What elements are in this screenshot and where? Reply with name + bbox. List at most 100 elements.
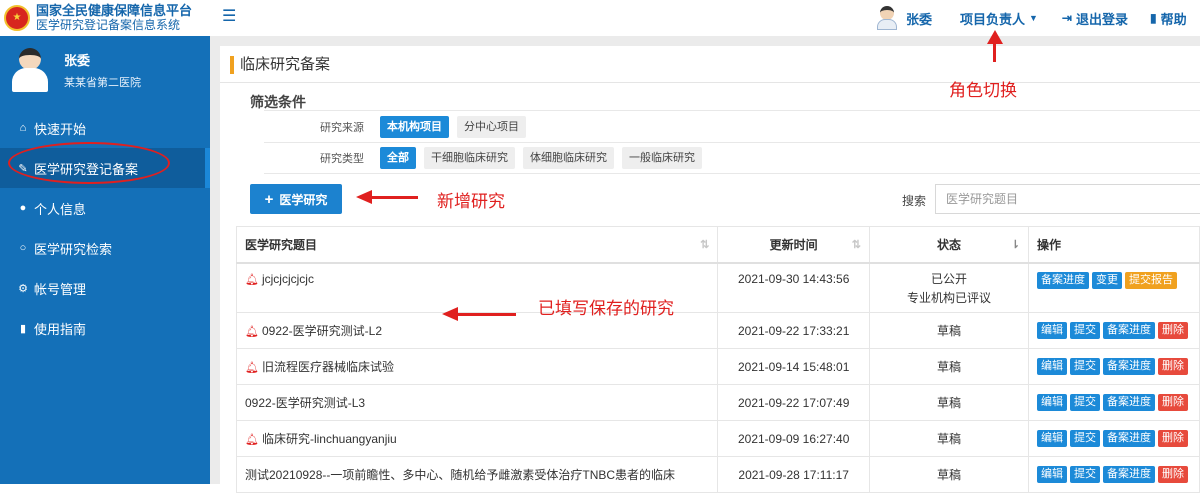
logout-label: 退出登录 xyxy=(1075,11,1128,27)
update-time-cell: 2021-09-28 17:11:17 xyxy=(717,456,870,493)
status-cell: 草稿 xyxy=(868,456,1029,493)
status-cell: 草稿 xyxy=(868,420,1029,457)
profile-avatar-icon xyxy=(10,46,50,92)
status-text: 草稿 xyxy=(936,432,961,446)
table-row: 测试20210928--一项前瞻性、多中心、随机给予雌激素受体治疗TNBC患者的… xyxy=(235,456,1200,493)
national-emblem-icon: ★ xyxy=(4,5,30,31)
status-cell: 草稿 xyxy=(868,312,1029,349)
status-subtext: 专业机构已评议 xyxy=(906,290,991,305)
column-header-status[interactable]: 状态 ⇂ xyxy=(868,226,1029,264)
annotation-arrow-role xyxy=(993,44,996,62)
action-button[interactable]: 删除 xyxy=(1157,358,1188,375)
study-title-cell[interactable]: 🔔︎ 旧流程医疗器械临床试验 xyxy=(235,348,719,385)
action-button[interactable]: 变更 xyxy=(1091,271,1122,289)
study-title: 临床研究-linchuangyanjiu xyxy=(261,432,397,446)
role-label: 项目负责人 xyxy=(959,11,1025,27)
filter-label: 研究来源 xyxy=(320,121,364,134)
brand-subtitle: 医学研究登记备案信息系统 xyxy=(36,17,181,32)
add-study-button[interactable]: + 医学研究 xyxy=(250,184,342,214)
annotation-role-switch: 角色切换 xyxy=(949,81,1017,100)
help-button[interactable]: ▮ 帮助 xyxy=(1150,9,1200,28)
sidebar-item-personal-info[interactable]: ● 个人信息 xyxy=(0,188,210,228)
logout-button[interactable]: ⇥ 退出登录 xyxy=(1062,9,1128,28)
action-button[interactable]: 编辑 xyxy=(1036,430,1067,447)
action-button[interactable]: 备案进度 xyxy=(1102,430,1155,447)
action-button[interactable]: 提交 xyxy=(1069,466,1100,483)
filter-chip-own-institution[interactable]: 本机构项目 xyxy=(380,115,449,138)
filter-chip-general[interactable]: 一般临床研究 xyxy=(622,147,702,169)
filter-chip-stem-cell[interactable]: 干细胞临床研究 xyxy=(424,147,515,169)
sign-out-icon: ⇥ xyxy=(1061,11,1072,25)
column-header-title[interactable]: 医学研究题目 ⇅ xyxy=(235,226,719,264)
profile-org: 某某省第二医院 xyxy=(64,76,141,89)
main-panel: 临床研究备案 筛选条件 研究来源 本机构项目 分中心项目 研究类型 全部 干细胞… xyxy=(220,46,1200,493)
sidebar-item-guide[interactable]: ▮ 使用指南 xyxy=(0,308,210,348)
sidebar: 张委 某某省第二医院 ⌂ 快速开始 ✎ 医学研究登记备案 ● 个人信息 ○ 医学… xyxy=(0,36,210,484)
search-input[interactable] xyxy=(935,184,1200,214)
table-row: 🔔︎ 0922-医学研究测试-L2 2021-09-22 17:33:21 草稿 编辑提… xyxy=(235,312,1200,349)
action-button[interactable]: 备案进度 xyxy=(1102,322,1155,339)
gears-icon: ⚙ xyxy=(18,282,28,295)
actions-cell: 备案进度 变更 提交报告 xyxy=(1027,262,1200,313)
status-cell: 已公开专业机构已评议 xyxy=(868,262,1029,313)
sidebar-item-account[interactable]: ⚙ 帐号管理 xyxy=(0,268,210,308)
actions-cell: 编辑 提交 备案进度 删除 xyxy=(1027,348,1200,385)
action-button[interactable]: 备案进度 xyxy=(1102,358,1155,375)
home-icon: ⌂ xyxy=(19,122,27,134)
actions-cell: 编辑 提交 备案进度 删除 xyxy=(1027,312,1200,349)
profile-card: 张委 某某省第二医院 xyxy=(0,36,210,102)
sidebar-item-quick-start[interactable]: ⌂ 快速开始 xyxy=(0,108,210,148)
sidebar-item-label: 医学研究检索 xyxy=(34,241,113,257)
action-button[interactable]: 删除 xyxy=(1157,466,1188,483)
annotation-arrowhead-up xyxy=(987,30,1003,44)
action-button[interactable]: 删除 xyxy=(1157,322,1188,339)
action-button[interactable]: 提交 xyxy=(1069,358,1100,375)
annotation-arrowhead-left xyxy=(356,190,372,204)
actions-cell: 编辑 提交 备案进度 删除 xyxy=(1027,420,1200,457)
status-cell: 草稿 xyxy=(868,384,1029,421)
status-text: 草稿 xyxy=(936,396,961,410)
action-button[interactable]: 提交 xyxy=(1069,322,1100,339)
action-button[interactable]: 删除 xyxy=(1157,430,1188,447)
action-button[interactable]: 编辑 xyxy=(1036,322,1067,339)
update-time-cell: 2021-09-22 17:33:21 xyxy=(717,312,870,349)
update-time-cell: 2021-09-09 16:27:40 xyxy=(717,420,870,457)
book-icon: ▮ xyxy=(1150,11,1157,25)
action-button[interactable]: 备案进度 xyxy=(1102,394,1155,411)
action-button[interactable]: 备案进度 xyxy=(1036,271,1089,289)
filter-chip-sub-center[interactable]: 分中心项目 xyxy=(457,115,526,138)
user-menu[interactable]: 张委 xyxy=(876,6,932,30)
bell-icon: 🔔︎ xyxy=(245,273,259,286)
sidebar-item-label: 帐号管理 xyxy=(34,281,87,297)
top-bar: ★ 国家全民健康保障信息平台 医学研究登记备案信息系统 ☰ 张委 项目负责人 ▼… xyxy=(0,0,1200,36)
filter-chip-somatic-cell[interactable]: 体细胞临床研究 xyxy=(523,147,614,169)
action-button[interactable]: 提交 xyxy=(1069,394,1100,411)
annotation-arrowhead-left xyxy=(442,307,458,321)
action-button[interactable]: 备案进度 xyxy=(1102,466,1155,483)
study-title-cell[interactable]: 0922-医学研究测试-L3 xyxy=(235,384,719,421)
table-row: 🔔︎ 旧流程医疗器械临床试验 2021-09-14 15:48:01 草稿 编辑 提交 备案… xyxy=(235,348,1200,385)
divider xyxy=(220,82,1200,83)
role-switch-dropdown[interactable]: 项目负责人 ▼ xyxy=(960,9,1038,28)
action-button[interactable]: 编辑 xyxy=(1036,466,1067,483)
action-button[interactable]: 编辑 xyxy=(1036,358,1067,375)
action-button[interactable]: 提交 xyxy=(1069,430,1100,447)
action-button[interactable]: 编辑 xyxy=(1036,394,1067,411)
study-title-cell[interactable]: 🔔︎ 临床研究-linchuangyanjiu xyxy=(235,420,719,457)
action-button[interactable]: 删除 xyxy=(1157,394,1188,411)
column-header-time[interactable]: 更新时间 ⇅ xyxy=(717,226,870,264)
sidebar-item-registration[interactable]: ✎ 医学研究登记备案 xyxy=(0,148,210,188)
action-button[interactable]: 提交报告 xyxy=(1124,271,1177,289)
filter-chip-all[interactable]: 全部 xyxy=(380,147,416,169)
bell-icon: 🔔︎ xyxy=(245,434,259,446)
study-title: 测试20210928--一项前瞻性、多中心、随机给予雌激素受体治疗TNBC患者的… xyxy=(245,468,676,482)
filter-row-type: 研究类型 全部 干细胞临床研究 体细胞临床研究 一般临床研究 xyxy=(264,142,1200,174)
status-text: 草稿 xyxy=(936,324,961,338)
filter-heading: 筛选条件 xyxy=(250,94,306,110)
filter-label: 研究类型 xyxy=(320,153,364,165)
status-text: 已公开 xyxy=(930,271,967,286)
menu-toggle-icon[interactable]: ☰ xyxy=(222,6,236,25)
update-time-cell: 2021-09-14 15:48:01 xyxy=(717,348,870,385)
study-title-cell[interactable]: 测试20210928--一项前瞻性、多中心、随机给予雌激素受体治疗TNBC患者的… xyxy=(235,456,719,493)
sidebar-item-search[interactable]: ○ 医学研究检索 xyxy=(0,228,210,268)
